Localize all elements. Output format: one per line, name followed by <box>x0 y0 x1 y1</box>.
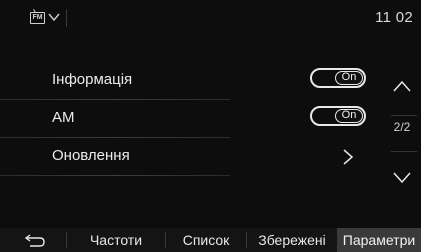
setting-row-am[interactable]: AM On <box>0 100 372 138</box>
setting-row-update[interactable]: Оновлення <box>0 138 372 176</box>
setting-label-info: Інформація <box>52 71 133 88</box>
tab-saved[interactable]: Збережені <box>247 228 337 252</box>
clock: 11 02 <box>375 9 413 26</box>
source-badge-label: FM <box>32 14 43 21</box>
bottom-tab-bar: Частоти Список Збережені Параметри <box>0 228 421 252</box>
tab-list[interactable]: Список <box>166 228 246 252</box>
scroll-down-button[interactable] <box>383 154 421 206</box>
status-bar: FM 11 02 <box>0 0 421 38</box>
back-icon[interactable] <box>24 233 46 247</box>
setting-label-update: Оновлення <box>52 147 130 164</box>
chevron-up-icon <box>393 80 411 92</box>
setting-label-am: AM <box>52 109 75 126</box>
chevron-down-icon[interactable] <box>47 10 61 24</box>
pager-divider <box>391 115 417 116</box>
tab-parameters[interactable]: Параметри <box>337 228 421 252</box>
scroll-up-button[interactable] <box>383 62 421 114</box>
am-toggle[interactable]: On <box>310 106 366 126</box>
info-toggle-knob: On <box>335 71 363 85</box>
chevron-right-icon[interactable] <box>341 148 355 166</box>
page-indicator: 2/2 <box>393 120 411 134</box>
row-divider <box>0 175 230 176</box>
chevron-down-icon <box>393 172 411 184</box>
setting-row-info[interactable]: Інформація On <box>0 62 372 100</box>
am-toggle-knob: On <box>335 109 363 123</box>
pager-divider <box>391 151 417 152</box>
pager: 2/2 <box>383 62 421 214</box>
info-toggle[interactable]: On <box>310 68 366 88</box>
fm-source-icon[interactable]: FM <box>30 12 45 24</box>
status-divider <box>66 9 67 27</box>
tab-frequencies[interactable]: Частоти <box>67 228 165 252</box>
